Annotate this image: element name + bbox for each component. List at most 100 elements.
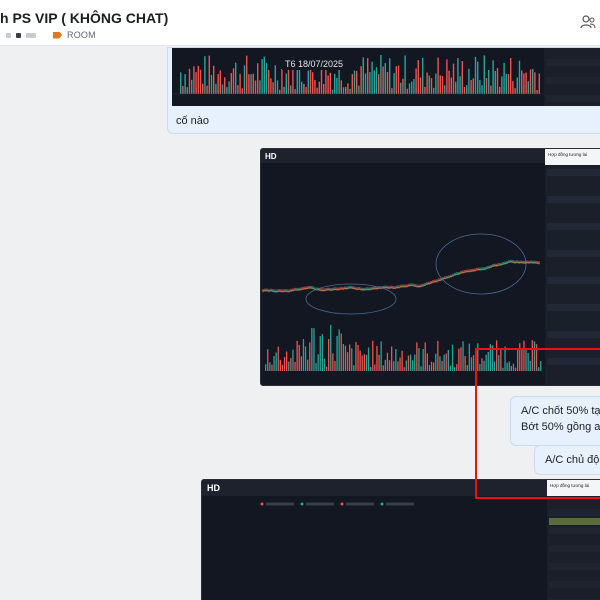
- volume-bar: [311, 327, 313, 371]
- volume-bar: [197, 65, 199, 94]
- legend-dot: [380, 502, 384, 506]
- panel-row: [547, 367, 600, 374]
- volume-bar: [448, 70, 450, 94]
- volume-bar: [468, 68, 470, 94]
- candle: [410, 283, 412, 287]
- candle: [286, 289, 288, 293]
- candle: [326, 287, 328, 291]
- chart-screenshot[interactable]: HD Hợp đồng tương lai: [201, 479, 600, 600]
- volume-bar: [462, 341, 464, 371]
- volume-bar: [485, 354, 487, 371]
- volume-bar: [357, 344, 359, 371]
- candle: [460, 270, 462, 274]
- candle: [346, 286, 348, 290]
- panel-row: [547, 331, 600, 338]
- candle: [452, 273, 454, 277]
- room-label[interactable]: ROOM: [67, 30, 96, 40]
- candle: [512, 260, 514, 264]
- candle: [324, 288, 326, 292]
- volume-bar: [369, 72, 371, 94]
- message-bubble[interactable]: T6 18/07/2025 cố nào: [167, 47, 600, 134]
- candle: [308, 285, 310, 289]
- bollinger-band: [435, 233, 527, 295]
- candle: [482, 267, 484, 271]
- volume-bar: [243, 65, 246, 94]
- volume-bar: [540, 361, 542, 371]
- volume-bar: [407, 355, 410, 371]
- candle: [434, 279, 436, 283]
- volume-bar: [224, 77, 226, 94]
- candle: [532, 260, 534, 264]
- panel-row: [547, 205, 600, 212]
- volume-bar: [529, 69, 532, 94]
- add-member-icon[interactable]: [580, 15, 596, 29]
- message-bubble[interactable]: A/C chốt 50% tại 1 Bớt 50% gồng a: [510, 396, 600, 446]
- volume-bar: [472, 78, 474, 94]
- volume-bar: [180, 72, 182, 94]
- volume-bar: [281, 364, 284, 371]
- candle: [274, 289, 276, 293]
- volume-bar: [518, 60, 521, 94]
- volume-bar: [435, 73, 437, 94]
- volume-bar: [321, 334, 323, 371]
- volume-bar: [512, 363, 515, 371]
- candle: [524, 261, 526, 265]
- volume-bar: [466, 365, 468, 371]
- panel-row: [549, 563, 600, 570]
- candle: [348, 285, 350, 289]
- volume-bar: [290, 358, 292, 371]
- candle: [528, 260, 530, 264]
- volume-bar: [405, 360, 407, 371]
- volume-bar: [300, 356, 302, 371]
- message-bubble[interactable]: A/C chủ động: [534, 445, 600, 475]
- candle: [370, 287, 372, 291]
- panel-row: [547, 349, 600, 356]
- candle: [424, 283, 426, 287]
- panel-row: [546, 59, 600, 66]
- volume-bar: [451, 344, 454, 371]
- candle: [506, 260, 508, 264]
- volume-bar: [367, 347, 370, 371]
- chat-messages[interactable]: T6 18/07/2025 cố nào HD Hợp đồng tương l…: [0, 47, 600, 600]
- candle: [422, 283, 424, 287]
- panel-row: [547, 340, 600, 347]
- panel-row: [547, 268, 600, 275]
- volume-bar: [483, 55, 485, 94]
- candle: [536, 260, 538, 264]
- candle: [428, 281, 430, 285]
- volume-bar: [441, 75, 444, 94]
- volume-bar: [444, 85, 446, 94]
- chart-screenshot[interactable]: T6 18/07/2025: [172, 48, 600, 106]
- candle: [430, 281, 432, 285]
- volume-bar: [309, 342, 311, 371]
- volume-bar: [472, 355, 475, 371]
- candle: [282, 289, 284, 293]
- candle: [338, 287, 340, 291]
- volume-bar: [531, 340, 533, 371]
- volume-bar: [490, 85, 492, 94]
- panel-row: [549, 554, 600, 561]
- panel-row: [547, 304, 600, 311]
- volume-bar: [204, 56, 206, 94]
- candle: [396, 285, 398, 289]
- volume-bar: [447, 349, 449, 371]
- candle: [312, 286, 314, 290]
- volume-bar: [374, 364, 376, 371]
- chart-screenshot[interactable]: HD Hợp đồng tương lai: [260, 148, 600, 386]
- legend-dot: [340, 502, 344, 506]
- volume-bar: [265, 63, 268, 94]
- volume-bar: [499, 86, 501, 94]
- volume-bar: [312, 72, 314, 94]
- candle: [418, 284, 420, 288]
- candle: [488, 265, 490, 269]
- volume-bar: [235, 62, 237, 94]
- candle: [520, 260, 522, 264]
- volume-bar: [510, 58, 512, 94]
- volume-bar: [329, 72, 331, 94]
- volume-bar: [501, 76, 503, 94]
- panel-row: [549, 518, 600, 525]
- volume-bar: [457, 58, 459, 94]
- volume-bar: [418, 348, 420, 371]
- volume-bar: [313, 328, 315, 371]
- volume-bar: [210, 74, 213, 94]
